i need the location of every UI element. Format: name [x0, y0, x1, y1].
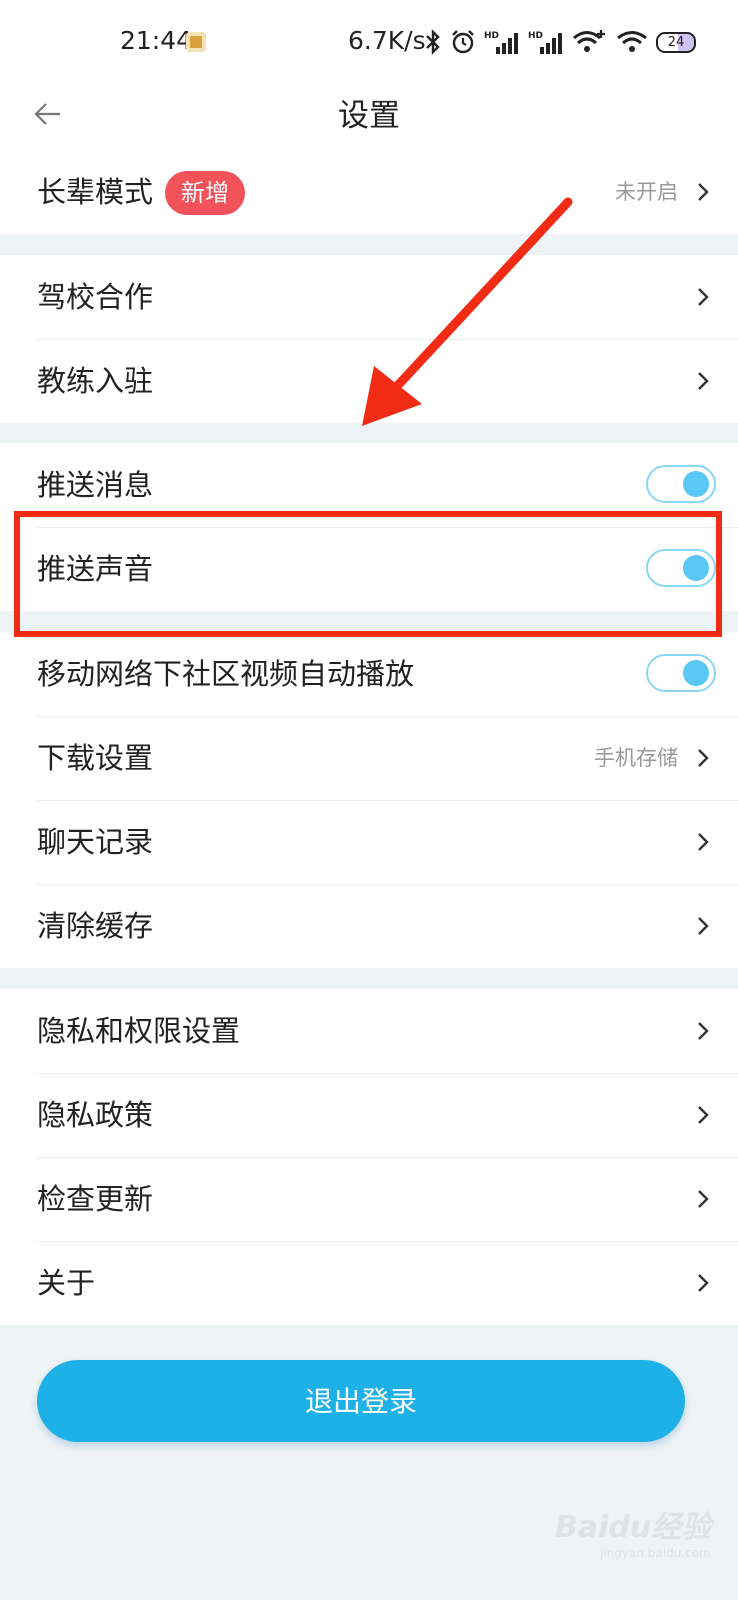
- signal-hd-icon: HD: [484, 31, 518, 54]
- section-general: 移动网络下社区视频自动播放 下载设置 手机存储 聊天记录 清除缓存: [0, 632, 738, 968]
- setting-label: 检查更新: [37, 1182, 154, 1216]
- wifi-plus-icon: [573, 30, 605, 52]
- annotation-arrow-icon: [362, 197, 573, 426]
- setting-row-clear-cache[interactable]: 清除缓存: [0, 884, 738, 968]
- battery-icon: 24: [656, 31, 696, 53]
- chevron-right-icon: [698, 288, 709, 306]
- setting-row-autoplay-video: 移动网络下社区视频自动播放: [0, 632, 738, 716]
- new-badge: 新增: [165, 171, 245, 215]
- setting-label: 移动网络下社区视频自动播放: [37, 657, 415, 691]
- setting-label: 聊天记录: [37, 825, 154, 859]
- section-about: 隐私和权限设置 隐私政策 检查更新 关于: [0, 989, 738, 1325]
- setting-label: 长辈模式: [37, 175, 154, 209]
- setting-label: 隐私政策: [37, 1098, 154, 1132]
- setting-row-privacy-permissions[interactable]: 隐私和权限设置: [0, 989, 738, 1073]
- chevron-right-icon: [698, 917, 709, 935]
- setting-row-check-update[interactable]: 检查更新: [0, 1157, 738, 1241]
- status-time: 21:44: [120, 26, 193, 55]
- chevron-right-icon: [698, 1022, 709, 1040]
- chevron-right-icon: [698, 1190, 709, 1208]
- autoplay-video-toggle[interactable]: [646, 654, 716, 692]
- setting-label: 教练入驻: [37, 364, 154, 398]
- chevron-right-icon: [698, 1106, 709, 1124]
- watermark: Baidu经验: [555, 1510, 712, 1545]
- setting-label: 隐私和权限设置: [37, 1014, 241, 1048]
- push-message-toggle[interactable]: [646, 465, 716, 503]
- top-nav: 设置: [0, 84, 738, 151]
- setting-label: 关于: [37, 1266, 96, 1300]
- setting-value: 手机存储: [594, 746, 678, 770]
- toggle-knob: [683, 660, 709, 686]
- status-icons: HD HD 24: [424, 26, 696, 58]
- chevron-right-icon: [698, 1274, 709, 1292]
- chevron-right-icon: [698, 833, 709, 851]
- chevron-right-icon: [698, 372, 709, 390]
- setting-row-about[interactable]: 关于: [0, 1241, 738, 1325]
- setting-row-chat-history[interactable]: 聊天记录: [0, 800, 738, 884]
- svg-text:HD: HD: [528, 31, 543, 41]
- setting-label: 下载设置: [37, 741, 154, 775]
- annotation-highlight-box: [14, 511, 722, 637]
- setting-value: 未开启: [615, 180, 678, 204]
- status-bar: 21:44 6.7K/s HD HD 24: [0, 0, 738, 84]
- signal-hd-icon: HD: [528, 31, 562, 54]
- svg-text:HD: HD: [484, 31, 499, 41]
- setting-label: 驾校合作: [37, 280, 154, 314]
- status-network-speed: 6.7K/s: [348, 26, 426, 55]
- setting-row-download[interactable]: 下载设置 手机存储: [0, 716, 738, 800]
- setting-row-privacy-policy[interactable]: 隐私政策: [0, 1073, 738, 1157]
- chevron-right-icon: [698, 749, 709, 767]
- app-notification-icon: [186, 32, 206, 52]
- bluetooth-icon: [426, 29, 440, 55]
- setting-label: 清除缓存: [37, 909, 154, 943]
- chevron-right-icon: [698, 183, 709, 201]
- alarm-icon: [452, 30, 474, 54]
- watermark-url: jingyan.baidu.com: [600, 1546, 711, 1560]
- wifi-icon: [617, 31, 647, 52]
- page-title: 设置: [338, 98, 400, 134]
- toggle-knob: [683, 471, 709, 497]
- logout-button[interactable]: 退出登录: [37, 1360, 685, 1442]
